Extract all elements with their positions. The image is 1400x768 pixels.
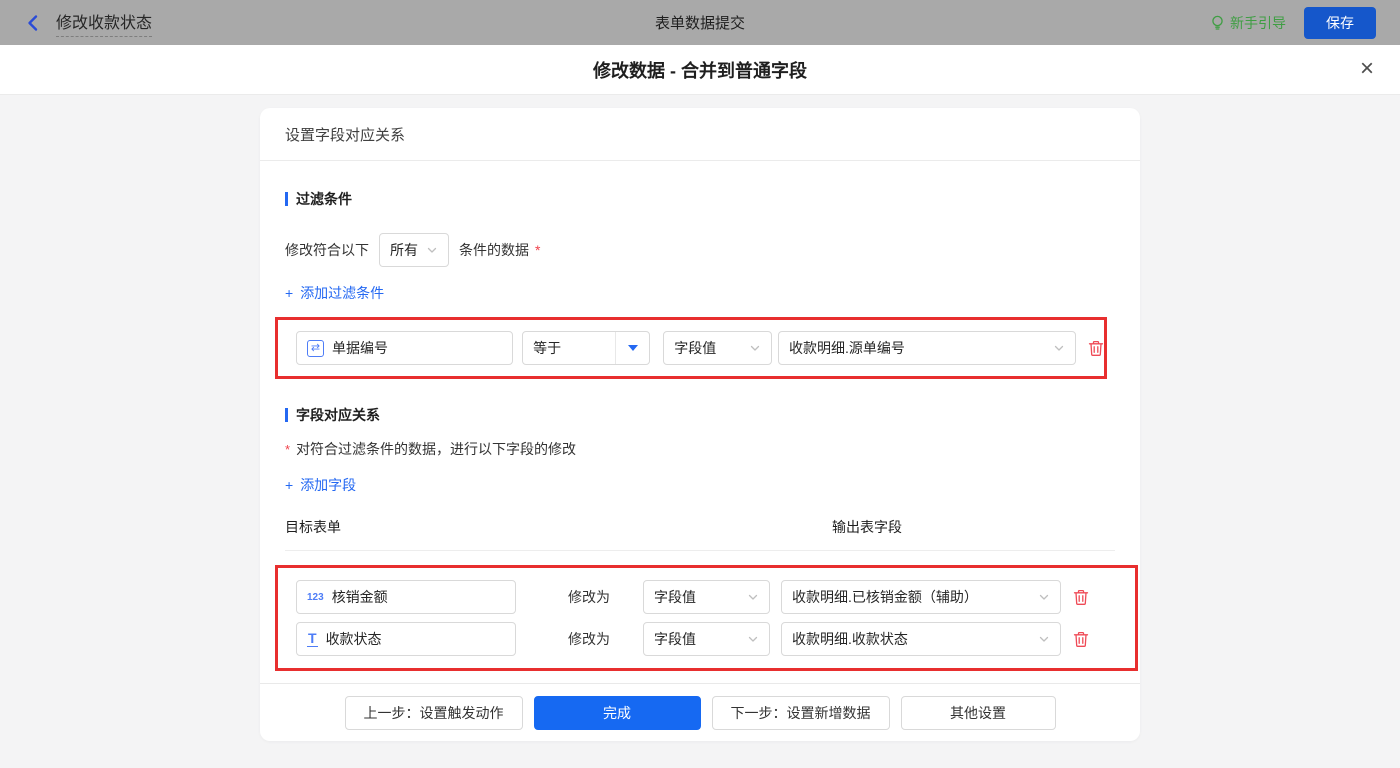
condition-line: 修改符合以下 所有 条件的数据 * [285, 233, 1115, 267]
column-target-form: 目标表单 [285, 519, 341, 535]
target-field-value: 收款状态 [325, 631, 382, 647]
trash-icon [1088, 340, 1104, 356]
condition-mode-select[interactable]: 所有 [379, 233, 449, 267]
filter-section-label: 过滤条件 [296, 191, 352, 207]
filter-value-type: 字段值 [674, 340, 717, 356]
add-filter-condition-link[interactable]: + 添加过滤条件 [285, 283, 384, 303]
close-icon[interactable]: × [1360, 57, 1374, 81]
operator-select[interactable]: 等于 [522, 331, 651, 365]
mapping-note-text: 对符合过滤条件的数据，进行以下字段的修改 [296, 441, 577, 457]
modal-body: 设置字段对应关系 过滤条件 修改符合以下 所有 条件的数据 * + 添加过滤条件… [0, 108, 1400, 768]
value-type: 字段值 [654, 589, 696, 605]
add-field-link[interactable]: + 添加字段 [285, 475, 356, 495]
chevron-down-icon [749, 342, 761, 354]
modify-as-label: 修改为 [568, 631, 610, 647]
text-field-icon: T [307, 630, 318, 647]
value-type-select[interactable]: 字段值 [643, 580, 770, 614]
plus-icon: + [285, 477, 294, 493]
modal-title: 修改数据 - 合并到普通字段 [593, 60, 807, 81]
number-field-icon: 123 [307, 591, 324, 603]
serial-number-icon: ⇄ [307, 339, 324, 357]
chevron-down-icon [747, 633, 759, 645]
delete-mapping-button[interactable] [1073, 631, 1089, 648]
filter-value-type-select[interactable]: 字段值 [663, 331, 773, 365]
beginner-guide-link[interactable]: 新手引导 [1210, 13, 1286, 33]
save-button[interactable]: 保存 [1304, 6, 1376, 39]
required-mark: * [285, 441, 291, 457]
section-marker [285, 408, 288, 422]
trash-icon [1073, 631, 1089, 647]
chevron-down-icon [426, 244, 438, 256]
chevron-left-icon [28, 14, 38, 31]
value-type: 字段值 [654, 631, 696, 647]
done-button[interactable]: 完成 [533, 695, 701, 730]
workflow-title[interactable]: 修改收款状态 [56, 9, 153, 37]
operator-caret-zone[interactable] [615, 332, 649, 364]
next-step-button[interactable]: 下一步：设置新增数据 [711, 695, 890, 730]
target-field-value: 核销金额 [331, 589, 388, 605]
chevron-down-icon [747, 591, 759, 603]
card-header: 设置字段对应关系 [260, 108, 1140, 161]
mapping-rows-highlight: 123 核销金额 修改为 字段值 收款明细.已核销金额（辅助） T 收款状态 修… [275, 565, 1138, 671]
section-marker [285, 192, 288, 206]
output-field-select[interactable]: 收款明细.收款状态 [781, 622, 1061, 656]
required-mark: * [535, 242, 541, 258]
add-field-label: 添加字段 [300, 477, 357, 493]
filter-row-highlight: ⇄ 单据编号 等于 字段值 收款明细.源单编号 [275, 317, 1107, 379]
beginner-guide-label: 新手引导 [1230, 14, 1286, 31]
mapping-row: T 收款状态 修改为 字段值 收款明细.收款状态 [296, 622, 1135, 656]
plus-icon: + [285, 285, 294, 301]
value-type-select[interactable]: 字段值 [643, 622, 770, 656]
caret-down-icon [627, 345, 638, 351]
column-output-fields: 输出表字段 [832, 519, 902, 535]
condition-suffix: 条件的数据 [459, 242, 529, 258]
delete-filter-button[interactable] [1088, 340, 1104, 357]
chevron-down-icon [1053, 342, 1065, 354]
filter-field-value: 单据编号 [332, 340, 388, 356]
mapping-columns-header: 目标表单 输出表字段 [285, 517, 1115, 551]
settings-card: 设置字段对应关系 过滤条件 修改符合以下 所有 条件的数据 * + 添加过滤条件… [260, 108, 1140, 741]
delete-mapping-button[interactable] [1073, 589, 1089, 606]
page-title: 表单数据提交 [654, 15, 745, 32]
trash-icon [1073, 589, 1089, 605]
mapping-note: * 对符合过滤条件的数据，进行以下字段的修改 [285, 439, 1115, 459]
operator-value: 等于 [533, 340, 562, 356]
top-bar: 表单数据提交 修改收款状态 新手引导 保存 [0, 0, 1400, 45]
output-field-select[interactable]: 收款明细.已核销金额（辅助） [781, 580, 1061, 614]
output-field-value: 收款明细.收款状态 [792, 631, 908, 647]
condition-mode-value: 所有 [390, 242, 418, 258]
mapping-section-title: 字段对应关系 [285, 405, 1115, 425]
add-filter-condition-label: 添加过滤条件 [300, 285, 385, 301]
mapping-row: 123 核销金额 修改为 字段值 收款明细.已核销金额（辅助） [296, 580, 1135, 614]
filter-value-select[interactable]: 收款明细.源单编号 [778, 331, 1076, 365]
target-field-input[interactable]: 123 核销金额 [296, 580, 516, 614]
card-footer: 上一步：设置触发动作 完成 下一步：设置新增数据 其他设置 [260, 683, 1140, 741]
condition-prefix: 修改符合以下 [285, 242, 369, 258]
filter-field-input[interactable]: ⇄ 单据编号 [296, 331, 514, 365]
chevron-down-icon [1038, 633, 1050, 645]
prev-step-button[interactable]: 上一步：设置触发动作 [344, 695, 523, 730]
back-button[interactable] [24, 14, 42, 32]
lightbulb-icon [1212, 15, 1223, 30]
filter-section-title: 过滤条件 [285, 189, 1115, 209]
modify-as-label: 修改为 [568, 589, 610, 605]
chevron-down-icon [1038, 591, 1050, 603]
output-field-value: 收款明细.已核销金额（辅助） [792, 589, 978, 605]
target-field-input[interactable]: T 收款状态 [296, 622, 516, 656]
card-content: 过滤条件 修改符合以下 所有 条件的数据 * + 添加过滤条件 ⇄ 单据编号 等… [260, 161, 1140, 683]
mapping-section-label: 字段对应关系 [296, 407, 380, 423]
modal-header: 修改数据 - 合并到普通字段 × [0, 45, 1400, 95]
filter-value: 收款明细.源单编号 [789, 340, 905, 356]
other-settings-button[interactable]: 其他设置 [900, 695, 1056, 730]
